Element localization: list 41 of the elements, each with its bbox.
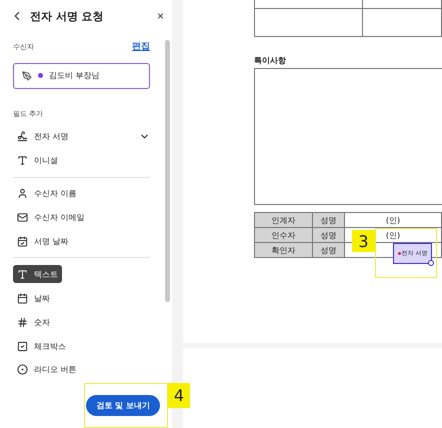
field-item[interactable]: 라디오 버튼 — [17, 361, 150, 379]
radio-icon — [17, 364, 28, 376]
step-number: 3 — [352, 230, 375, 252]
field-item[interactable]: 이니셜 — [17, 152, 150, 170]
panel-title: 전자 서명 요청 — [30, 8, 105, 24]
table-cell: 성명 — [313, 228, 345, 243]
table-cell: (인) — [345, 213, 442, 228]
field-item[interactable]: 텍스트 — [13, 265, 62, 284]
step-number: 4 — [168, 383, 190, 408]
text-field-icon — [17, 268, 28, 280]
field-item[interactable]: 서명 날짜 — [17, 232, 150, 250]
table-cell: 성명 — [313, 243, 345, 258]
recipient-name: 김도비 부장님 — [49, 70, 100, 82]
hash-icon — [17, 316, 28, 328]
field-item[interactable]: 수신자 이메일 — [17, 208, 150, 226]
calendar-icon — [17, 236, 28, 247]
required-dot — [398, 252, 401, 255]
person-icon — [17, 188, 28, 200]
pen-icon — [22, 70, 32, 81]
highlight-frame — [375, 228, 437, 278]
field-item[interactable]: 날짜 — [17, 289, 150, 308]
resize-handle[interactable] — [428, 260, 434, 266]
envelope-icon — [17, 212, 28, 224]
field-item[interactable]: 체크박스 — [17, 337, 150, 356]
scrollbar[interactable] — [165, 40, 170, 302]
field-item[interactable]: 수신자 이름 — [17, 184, 150, 203]
close-button[interactable]: × — [156, 9, 164, 23]
edit-link[interactable]: 편집 — [132, 40, 150, 53]
checkbox-icon — [17, 340, 28, 352]
review-send-button[interactable]: 검토 및 보내기 — [86, 394, 160, 416]
field-item[interactable]: 숫자 — [17, 313, 150, 332]
table-cell: 인계자 — [255, 213, 313, 228]
notes-heading: 특이사항 — [254, 55, 287, 66]
table-cell: 성명 — [313, 213, 345, 228]
calendar-icon — [17, 292, 28, 304]
field-item[interactable]: 전자 서명 — [17, 128, 150, 146]
initials-icon — [17, 155, 28, 166]
pen-icon — [17, 131, 28, 142]
table-cell: 확인자 — [255, 243, 313, 258]
table-cell: 인수자 — [255, 228, 313, 243]
recipient-selector[interactable]: 김도비 부장님 — [13, 63, 150, 89]
